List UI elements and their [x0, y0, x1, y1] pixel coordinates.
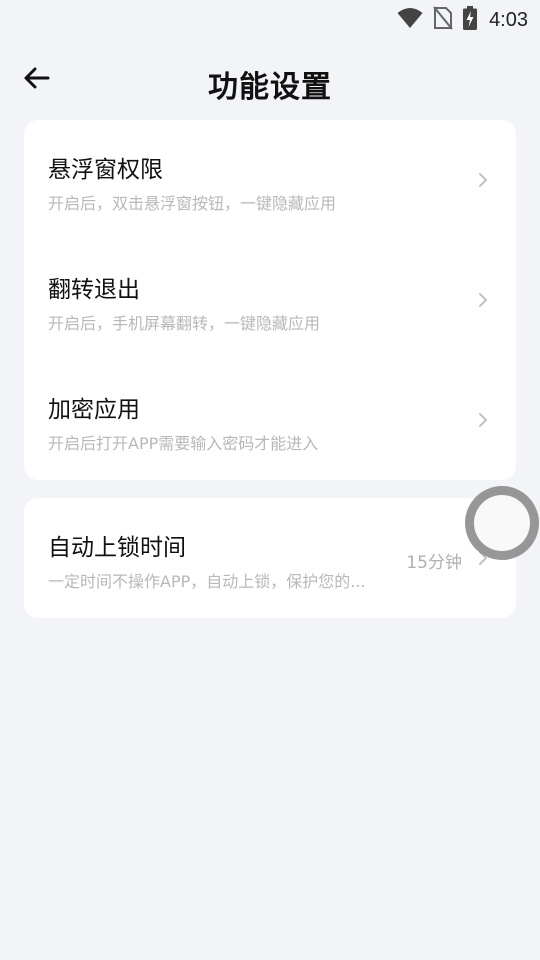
row-title: 加密应用: [48, 397, 140, 423]
status-icons: 4:03: [397, 6, 528, 34]
flip-exit-row[interactable]: 翻转退出 开启后，手机屏幕翻转，一键隐藏应用: [24, 240, 516, 360]
floating-window-permission-row[interactable]: 悬浮窗权限 开启后，双击悬浮窗按钮，一键隐藏应用: [24, 120, 516, 240]
wifi-icon: [397, 7, 423, 33]
row-subtitle: 开启后，手机屏幕翻转，一键隐藏应用: [48, 314, 321, 333]
header: 功能设置: [0, 52, 540, 108]
settings-card-main: 悬浮窗权限 开启后，双击悬浮窗按钮，一键隐藏应用 翻转退出 开启后，手机屏幕翻转…: [24, 120, 516, 480]
floating-ball-button[interactable]: [465, 486, 539, 560]
floating-ball-icon: [474, 495, 530, 551]
auto-lock-time-row[interactable]: 自动上锁时间 一定时间不操作APP，自动上锁，保护您的... 15分钟: [24, 498, 516, 618]
encrypt-app-row[interactable]: 加密应用 开启后打开APP需要输入密码才能进入: [24, 360, 516, 480]
no-sim-icon: [433, 6, 453, 34]
row-subtitle: 一定时间不操作APP，自动上锁，保护您的...: [48, 572, 366, 591]
battery-charging-icon: [463, 6, 478, 34]
row-title: 翻转退出: [48, 277, 140, 303]
status-time: 4:03: [489, 8, 528, 31]
row-title: 悬浮窗权限: [48, 157, 163, 183]
page-title: 功能设置: [208, 70, 332, 105]
row-subtitle: 开启后打开APP需要输入密码才能进入: [48, 434, 319, 453]
auto-lock-value: 15分钟: [406, 553, 462, 573]
row-subtitle: 开启后，双击悬浮窗按钮，一键隐藏应用: [48, 194, 337, 213]
chevron-right-icon: [476, 170, 490, 190]
settings-card-lock: 自动上锁时间 一定时间不操作APP，自动上锁，保护您的... 15分钟: [24, 498, 516, 618]
chevron-right-icon: [476, 410, 490, 430]
row-title: 自动上锁时间: [48, 535, 186, 561]
chevron-right-icon: [476, 290, 490, 310]
status-bar: 4:03: [0, 0, 540, 36]
